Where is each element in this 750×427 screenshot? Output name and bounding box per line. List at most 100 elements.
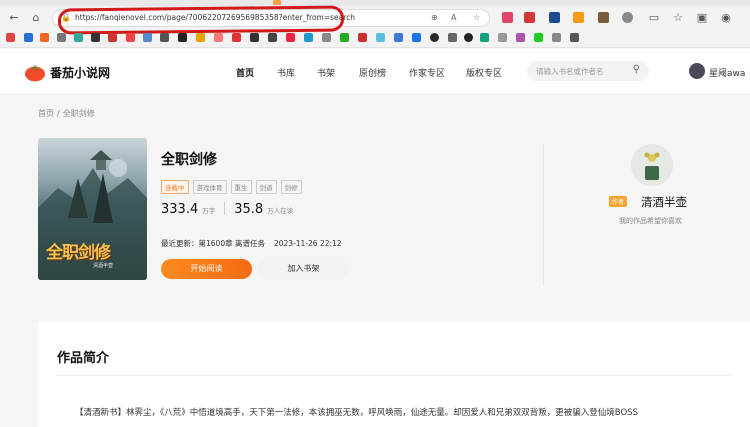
back-icon[interactable]: ←	[6, 10, 22, 26]
bookmark-icon[interactable]	[358, 33, 367, 42]
bookmark-icon[interactable]	[376, 33, 385, 42]
bookmark-icon[interactable]	[412, 33, 421, 42]
latest-chapter-link[interactable]: 最近更新：第1600章 离谱任务	[161, 239, 265, 248]
bookmark-icon[interactable]	[24, 33, 33, 42]
bookmark-icon[interactable]	[394, 33, 403, 42]
breadcrumb-home[interactable]: 首页	[38, 109, 54, 118]
extension-icon[interactable]	[598, 12, 609, 23]
stats-divider	[224, 202, 226, 215]
profile-icon[interactable]: ◉	[718, 10, 734, 26]
favorite-star-icon[interactable]: ☆	[473, 13, 480, 22]
extension-icon[interactable]	[549, 12, 560, 23]
intro-divider	[57, 375, 731, 376]
extension-icon[interactable]	[502, 12, 513, 23]
add-to-shelf-button[interactable]: 加入书架	[258, 259, 349, 279]
bookmark-icon[interactable]	[91, 33, 100, 42]
bookmark-icon[interactable]	[286, 33, 295, 42]
bookmark-icon[interactable]	[304, 33, 313, 42]
user-avatar[interactable]	[689, 63, 705, 79]
bookmark-icon[interactable]	[40, 33, 49, 42]
extension-icon[interactable]	[622, 12, 633, 23]
site-logo-text[interactable]: 番茄小说网	[50, 64, 110, 81]
reader-count-unit: 万人在读	[267, 207, 294, 215]
reader-count: 35.8	[234, 202, 264, 217]
breadcrumb-separator: /	[57, 109, 60, 118]
bookmark-icon[interactable]	[268, 33, 277, 42]
search-placeholder: 请输入书名或作者名	[536, 67, 604, 76]
tab-favicon	[273, 0, 281, 5]
metamask-icon[interactable]	[573, 12, 584, 23]
favorites-icon[interactable]: ☆	[670, 10, 686, 26]
status-badge: 连载中	[161, 180, 189, 194]
bookmark-icon[interactable]	[448, 33, 457, 42]
zoom-icon[interactable]: ⊕	[431, 13, 438, 22]
bookmark-icon[interactable]	[126, 33, 135, 42]
update-time: 2023-11-26 22:12	[273, 239, 342, 248]
bookmark-icon[interactable]	[498, 33, 507, 42]
author-avatar-image	[631, 144, 673, 186]
breadcrumb: 首页 / 全职剑修	[38, 108, 95, 119]
extension-icon[interactable]	[524, 12, 535, 23]
book-cover[interactable]: 全职剑修 清酒半壶	[38, 138, 147, 280]
bookmark-icon[interactable]	[340, 33, 349, 42]
search-icon[interactable]: ⚲	[633, 64, 640, 75]
nav-writer-zone[interactable]: 作家专区	[409, 66, 445, 79]
tag-sword-cultivator[interactable]: 剑修	[280, 180, 302, 194]
bookmark-icon[interactable]	[464, 33, 473, 42]
book-title: 全职剑修	[161, 152, 217, 168]
intro-text: 【清酒新书】林霁尘，《八荒》中悟道境高手，天下第一法修，本该拥巫无数，呼风唤雨，…	[75, 408, 638, 418]
book-intro-section: 作品简介 【清酒新书】林霁尘，《八荒》中悟道境高手，天下第一法修，本该拥巫无数，…	[38, 322, 750, 427]
cover-author: 清酒半壶	[93, 263, 114, 269]
tag-rebirth[interactable]: 重生	[230, 180, 252, 194]
tag-genre[interactable]: 游戏体育	[192, 180, 227, 194]
latest-update: 最近更新：第1600章 离谱任务 2023-11-26 22:12	[161, 238, 342, 249]
bookmark-icon[interactable]	[534, 33, 543, 42]
bookmark-icon[interactable]	[480, 33, 489, 42]
bookmark-icon[interactable]	[196, 33, 205, 42]
book-tags: 连载中 游戏体育 重生 剑道 剑修	[161, 175, 306, 194]
site-header: 番茄小说网 首页 书库 书架 原创榜 作家专区 版权专区 请输入书名或作者名 ⚲…	[0, 49, 750, 95]
word-count: 333.4	[161, 202, 199, 217]
bookmark-icon[interactable]	[6, 33, 15, 42]
bookmark-icon[interactable]	[143, 33, 152, 42]
search-input[interactable]: 请输入书名或作者名 ⚲	[527, 61, 649, 81]
intro-title: 作品简介	[57, 351, 110, 366]
bookmark-icon[interactable]	[214, 33, 223, 42]
home-icon[interactable]: ⌂	[28, 10, 44, 26]
start-reading-button[interactable]: 开始阅读	[161, 259, 252, 279]
author-avatar[interactable]	[631, 144, 673, 186]
bookmark-icon[interactable]	[178, 33, 187, 42]
card-divider	[543, 143, 544, 286]
tomato-logo-icon[interactable]	[24, 62, 46, 82]
breadcrumb-current: 全职剑修	[62, 109, 95, 118]
bookmark-icon[interactable]	[108, 33, 117, 42]
user-name[interactable]: 星阈awa	[709, 66, 745, 79]
bookmark-icon[interactable]	[516, 33, 525, 42]
nav-original-ranking[interactable]: 原创榜	[359, 66, 386, 79]
bookmark-icon[interactable]	[74, 33, 83, 42]
nav-library[interactable]: 书库	[277, 66, 295, 79]
browser-chrome: ← ⌂ 🔒 https://fanqienovel.com/page/70062…	[0, 0, 750, 48]
tag-sword-path[interactable]: 剑道	[255, 180, 277, 194]
cover-title: 全职剑修	[46, 243, 111, 263]
bookmark-icon[interactable]	[232, 33, 241, 42]
bookmark-icon[interactable]	[570, 33, 579, 42]
bookmark-icon[interactable]	[552, 33, 561, 42]
collections-icon[interactable]: ▣	[694, 10, 710, 26]
book-info-card: 全职剑修 清酒半壶 全职剑修 连载中 游戏体育 重生 剑道 剑修 333.4 万字 35.8…	[38, 128, 713, 306]
nav-home[interactable]: 首页	[236, 66, 254, 79]
bookmarks-bar	[0, 31, 750, 46]
split-screen-icon[interactable]: ▭	[646, 10, 662, 26]
author-name[interactable]: 清酒半壶	[641, 194, 687, 210]
bookmark-icon[interactable]	[250, 33, 259, 42]
bookmark-icon[interactable]	[57, 33, 66, 42]
book-stats: 333.4 万字 35.8 万人在读	[161, 198, 293, 217]
nav-bookshelf[interactable]: 书架	[317, 66, 335, 79]
read-aloud-icon[interactable]: A	[451, 13, 456, 22]
nav-copyright-zone[interactable]: 版权专区	[466, 66, 502, 79]
bookmark-icon[interactable]	[322, 33, 331, 42]
bookmark-icon[interactable]	[160, 33, 169, 42]
tab-strip	[0, 0, 750, 6]
author-badge: 作者	[609, 196, 628, 207]
github-icon[interactable]	[430, 33, 439, 42]
